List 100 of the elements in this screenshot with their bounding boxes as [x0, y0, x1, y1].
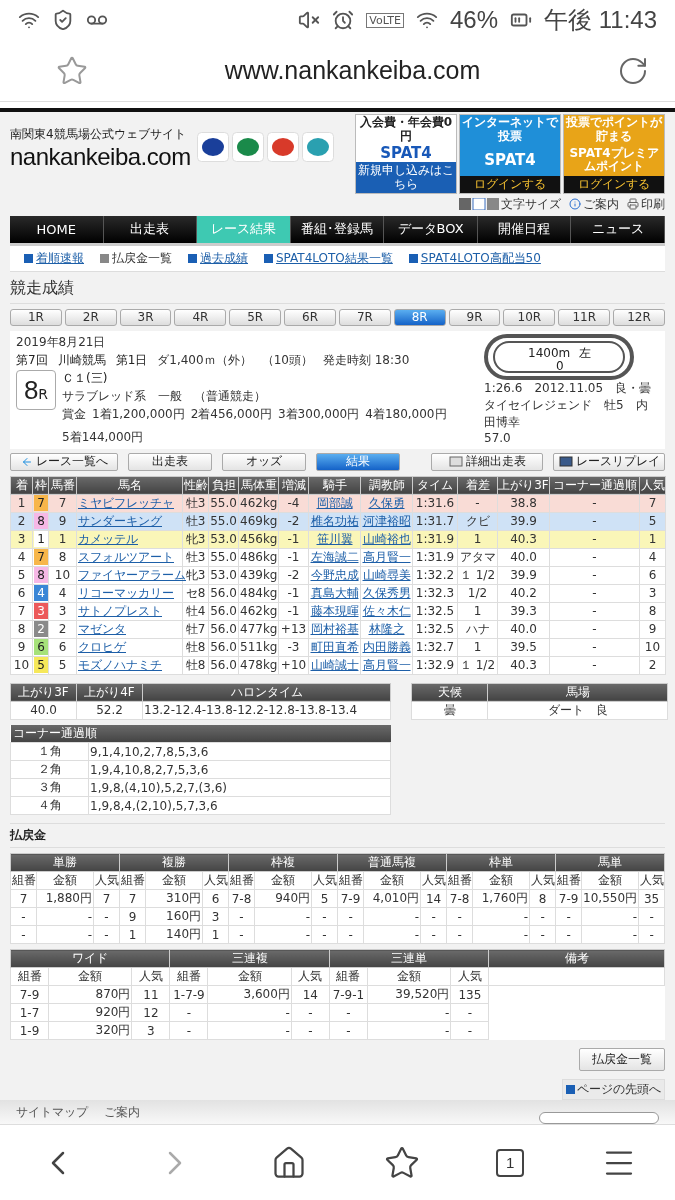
sub-nav-link[interactable]: SPAT4LOTO結果一覧	[264, 249, 393, 267]
sub-nav-link[interactable]: 過去成績	[188, 249, 248, 267]
column-header: 金額	[145, 871, 203, 890]
table-cell: 3	[202, 907, 229, 926]
column-header: 上がり3F	[497, 476, 550, 495]
star-icon[interactable]	[383, 1144, 420, 1181]
race-date: 2019年8月21日	[16, 333, 107, 351]
header-tool-link[interactable]: ご案内	[569, 195, 619, 213]
footer-link[interactable]: サイトマップ	[16, 1103, 88, 1121]
emblem-icon[interactable]	[196, 132, 229, 162]
race-tab[interactable]: 6R	[284, 308, 336, 326]
race-tab[interactable]: 10R	[503, 308, 556, 326]
frame-number-badge: 8	[34, 513, 48, 530]
clock: 午後 11:43	[544, 5, 657, 35]
column-header: 金額	[472, 871, 530, 890]
bullet-icon	[100, 253, 109, 263]
table-cell: -	[549, 530, 640, 549]
search-field[interactable]	[539, 1112, 659, 1124]
page-title: 競走成績	[10, 277, 665, 304]
table-cell: -	[555, 907, 582, 926]
header-tool-link[interactable]: 文字サイズ	[459, 195, 561, 213]
race-tab[interactable]: 4R	[174, 308, 227, 326]
nav-tab[interactable]: ニュース	[571, 215, 666, 243]
race-tab[interactable]: 3R	[119, 308, 172, 326]
table-cell: 40.2	[497, 584, 550, 603]
table-cell: 1:31.9	[412, 548, 458, 567]
table-cell: -	[208, 1003, 292, 1022]
table-cell: ハナ	[457, 620, 498, 639]
banner-link[interactable]: 新規申し込みはこちら	[356, 161, 456, 193]
column-header: 負担	[208, 476, 239, 495]
banner-link[interactable]: ログインする	[564, 176, 664, 193]
spat4-banner[interactable]: インターネットで投票 SPAT4 ログインする	[459, 114, 561, 194]
bet-type-header: 三連複	[169, 949, 330, 968]
race-tab[interactable]: 7R	[338, 308, 391, 326]
nav-tab[interactable]: 出走表	[103, 215, 198, 243]
emblem-icon[interactable]	[266, 132, 299, 162]
bet-type-header: 普通馬複	[337, 853, 447, 872]
sub-nav-link[interactable]: SPAT4LOTO高配当50	[408, 249, 541, 267]
table-cell: 39,520円	[367, 985, 451, 1004]
course-record: 1:26.6 2012.11.05 良・曇	[484, 379, 653, 397]
table-cell: -	[337, 925, 364, 944]
url-text[interactable]: www.nankankeiba.com	[108, 56, 597, 85]
column-header: 金額	[581, 871, 639, 890]
table-cell: +13	[278, 620, 309, 639]
race-action-button[interactable]: オッズ	[222, 452, 306, 471]
race-action-button[interactable]: 結果	[316, 452, 400, 471]
table-cell: 38.8	[497, 494, 550, 513]
table-cell: -	[311, 925, 338, 944]
table-cell: -	[93, 907, 120, 926]
frame-number-badge: 7	[34, 549, 48, 566]
nav-tab[interactable]: HOME	[10, 215, 104, 243]
table-cell: 7-9	[10, 985, 49, 1004]
table-cell: 1,880円	[36, 889, 94, 908]
page-top-link[interactable]: ページの先頭へ	[562, 1079, 665, 1100]
table-cell: セ8	[182, 584, 209, 603]
table-cell: 14	[420, 889, 447, 908]
table-cell: 478kg	[238, 656, 279, 675]
spat4-banner[interactable]: 投票でポイントが貯まる SPAT4プレミアムポイント ログインする	[563, 114, 665, 194]
table-cell: -	[549, 584, 640, 603]
font-size-icon[interactable]	[459, 198, 499, 211]
race-tab[interactable]: 9R	[448, 308, 501, 326]
tabs-button[interactable]: 1	[496, 1148, 525, 1177]
spat4-banner[interactable]: 入会費・年会費0円 SPAT4 新規申し込みはこちら	[355, 114, 457, 194]
emblem-icon[interactable]	[231, 132, 264, 162]
race-tab[interactable]: 11R	[558, 308, 611, 326]
bookmark-star-icon[interactable]	[56, 54, 88, 87]
column-header: 組番	[119, 871, 146, 890]
footer-link[interactable]: ご案内	[104, 1103, 140, 1121]
race-action-button[interactable]: レースリプレイ	[553, 452, 665, 471]
nav-tab[interactable]: データBOX	[384, 215, 478, 243]
table-cell: -	[10, 907, 37, 926]
race-tab[interactable]: 2R	[64, 308, 117, 326]
race-tab[interactable]: 5R	[229, 308, 282, 326]
race-action-button[interactable]: 詳細出走表	[431, 452, 543, 471]
table-cell: 牡3	[182, 512, 209, 531]
race-action-button[interactable]: レース一覧へ	[10, 452, 118, 471]
nav-tab[interactable]: 開催日程	[477, 215, 572, 243]
table-cell: 6	[202, 889, 229, 908]
site-logo[interactable]: nankankeiba.com	[10, 143, 191, 171]
sub-nav-link[interactable]: 着順速報	[24, 249, 84, 267]
table-cell: 10	[639, 638, 666, 657]
column-header: ハロンタイム	[142, 683, 391, 702]
nav-tab[interactable]: 番組･登録馬	[290, 215, 385, 243]
table-cell: 56.0	[208, 638, 239, 657]
table-cell: 1	[457, 638, 498, 657]
prize-money: 2着456,000円	[190, 405, 272, 423]
table-cell: 6	[48, 638, 77, 657]
column-header: 馬番	[48, 476, 77, 495]
table-cell: -1	[278, 548, 309, 567]
race-tab[interactable]: 12R	[613, 308, 665, 326]
payout-list-button[interactable]: 払戻金一覧	[579, 1048, 665, 1072]
header-tool-link[interactable]: 印刷	[627, 195, 665, 213]
race-tab[interactable]: 1R	[10, 308, 62, 326]
table-cell: -	[549, 566, 640, 585]
table-cell: 5	[311, 889, 338, 908]
race-action-button[interactable]: 出走表	[128, 452, 212, 471]
table-cell: 53.0	[208, 530, 239, 549]
banner-link[interactable]: ログインする	[460, 176, 560, 193]
table-cell: +10	[278, 656, 309, 675]
table-cell: 13.2-12.4-13.8-12.2-12.8-13.8-13.4	[142, 701, 391, 720]
